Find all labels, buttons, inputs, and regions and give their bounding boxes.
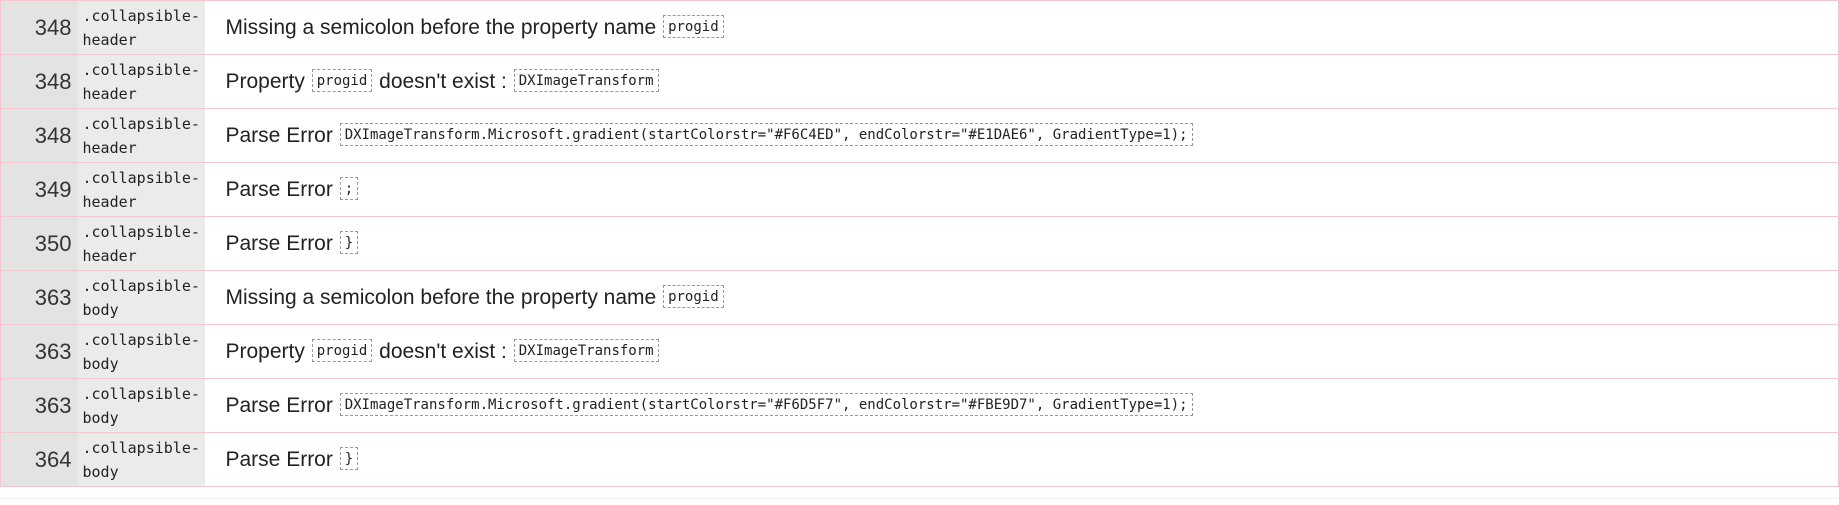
line-number: 363	[0, 270, 78, 325]
error-row: 363 .collapsible- body Parse Error DXIma…	[0, 378, 1839, 433]
context-selector: .collapsible- header	[77, 108, 205, 163]
context-selector: .collapsible- header	[77, 54, 205, 109]
error-message: Missing a semicolon before the property …	[204, 270, 1839, 325]
code-snippet: }	[339, 231, 359, 255]
message-text: Parse Error	[225, 231, 333, 255]
context-selector: .collapsible- header	[77, 0, 205, 55]
code-snippet: progid	[663, 285, 724, 309]
error-row: 350 .collapsible- header Parse Error }	[0, 216, 1839, 271]
context-selector: .collapsible- body	[77, 324, 205, 379]
code-snippet: DXImageTransform.Microsoft.gradient(star…	[339, 123, 1193, 147]
message-text: Missing a semicolon before the property …	[225, 15, 657, 39]
line-number: 363	[0, 378, 78, 433]
message-text: Parse Error	[225, 447, 333, 471]
context-selector: .collapsible- header	[77, 216, 205, 271]
error-message: Parse Error }	[204, 432, 1839, 487]
error-message: Parse Error }	[204, 216, 1839, 271]
error-row: 349 .collapsible- header Parse Error ;	[0, 162, 1839, 217]
error-message: Parse Error DXImageTransform.Microsoft.g…	[204, 108, 1839, 163]
line-number: 364	[0, 432, 78, 487]
code-snippet: ;	[339, 177, 359, 201]
error-message: Property progid doesn't exist : DXImageT…	[204, 54, 1839, 109]
message-text: doesn't exist :	[379, 69, 507, 93]
code-snippet: DXImageTransform.Microsoft.gradient(star…	[339, 393, 1193, 417]
message-text: Parse Error	[225, 177, 333, 201]
line-number: 349	[0, 162, 78, 217]
code-snippet: DXImageTransform	[513, 339, 659, 363]
message-text: Property	[225, 339, 305, 363]
message-text: doesn't exist :	[379, 339, 507, 363]
message-text: Parse Error	[225, 123, 333, 147]
message-text: Property	[225, 69, 305, 93]
code-snippet: progid	[311, 339, 373, 363]
error-message: Parse Error ;	[204, 162, 1839, 217]
context-selector: .collapsible- body	[77, 432, 205, 487]
error-row: 364 .collapsible- body Parse Error }	[0, 432, 1839, 487]
error-message: Missing a semicolon before the property …	[204, 0, 1839, 55]
code-snippet: progid	[663, 15, 724, 39]
divider	[0, 498, 1839, 499]
message-text: Missing a semicolon before the property …	[225, 285, 657, 309]
context-selector: .collapsible- body	[77, 270, 205, 325]
line-number: 363	[0, 324, 78, 379]
code-snippet: }	[339, 447, 359, 471]
line-number: 348	[0, 108, 78, 163]
line-number: 348	[0, 54, 78, 109]
error-row: 348 .collapsible- header Missing a semic…	[0, 0, 1839, 55]
css-errors-table: 348 .collapsible- header Missing a semic…	[0, 0, 1839, 487]
error-message: Parse Error DXImageTransform.Microsoft.g…	[204, 378, 1839, 433]
context-selector: .collapsible- header	[77, 162, 205, 217]
code-snippet: progid	[311, 69, 373, 93]
error-row: 348 .collapsible- header Property progid…	[0, 54, 1839, 109]
context-selector: .collapsible- body	[77, 378, 205, 433]
error-row: 348 .collapsible- header Parse Error DXI…	[0, 108, 1839, 163]
code-snippet: DXImageTransform	[513, 69, 659, 93]
error-message: Property progid doesn't exist : DXImageT…	[204, 324, 1839, 379]
error-row: 363 .collapsible- body Property progid d…	[0, 324, 1839, 379]
line-number: 348	[0, 0, 78, 55]
error-row: 363 .collapsible- body Missing a semicol…	[0, 270, 1839, 325]
line-number: 350	[0, 216, 78, 271]
message-text: Parse Error	[225, 393, 333, 417]
